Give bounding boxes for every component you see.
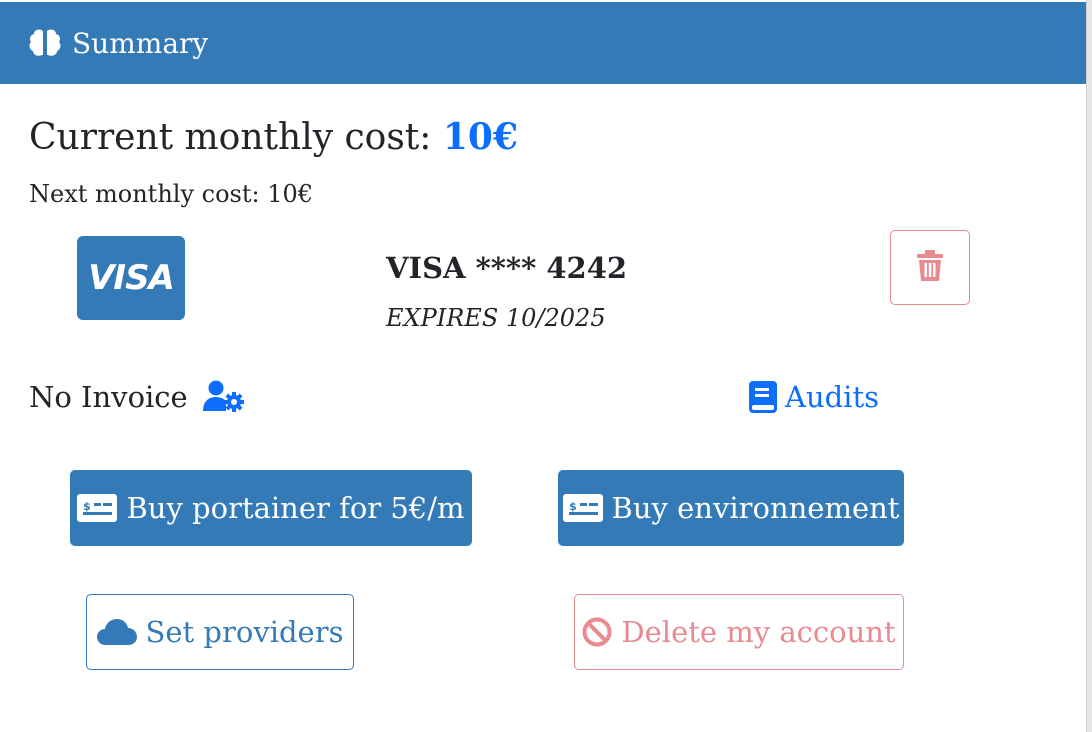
audits-label: Audits xyxy=(785,380,879,414)
buy-environment-button[interactable]: $ Buy environnement xyxy=(558,470,904,546)
svg-text:$: $ xyxy=(569,500,577,513)
money-check-icon: $ xyxy=(77,494,118,522)
cloud-icon xyxy=(96,619,137,645)
invoice-status: No Invoice xyxy=(29,380,188,414)
trash-icon xyxy=(916,249,944,286)
audits-link[interactable]: Audits xyxy=(749,380,879,414)
current-cost-label: Current monthly cost: xyxy=(29,117,443,158)
brain-icon xyxy=(28,28,62,58)
summary-header: Summary xyxy=(0,2,1086,84)
book-icon xyxy=(749,381,777,413)
set-providers-label: Set providers xyxy=(145,615,344,649)
buy-portainer-label: Buy portainer for 5€/m xyxy=(126,491,465,525)
svg-text:$: $ xyxy=(83,500,91,513)
buy-environment-label: Buy environnement xyxy=(611,491,900,525)
current-cost-value: 10€ xyxy=(442,116,518,158)
user-gear-icon[interactable] xyxy=(203,380,245,416)
current-monthly-cost: Current monthly cost: 10€ xyxy=(29,116,518,158)
money-check-icon: $ xyxy=(562,494,603,522)
next-monthly-cost: Next monthly cost: 10€ xyxy=(29,180,314,208)
card-expiry: EXPIRES 10/2025 xyxy=(386,304,606,332)
visa-logo: VISA xyxy=(77,236,185,320)
card-number: VISA **** 4242 xyxy=(386,251,628,285)
set-providers-button[interactable]: Set providers xyxy=(86,594,354,670)
buy-portainer-button[interactable]: $ Buy portainer for 5€/m xyxy=(70,470,472,546)
delete-account-label: Delete my account xyxy=(621,615,896,649)
header-title: Summary xyxy=(72,26,209,60)
ban-icon xyxy=(582,617,612,647)
delete-card-button[interactable] xyxy=(890,230,970,305)
delete-account-button[interactable]: Delete my account xyxy=(574,594,904,670)
scrollbar-track[interactable] xyxy=(1086,0,1092,732)
